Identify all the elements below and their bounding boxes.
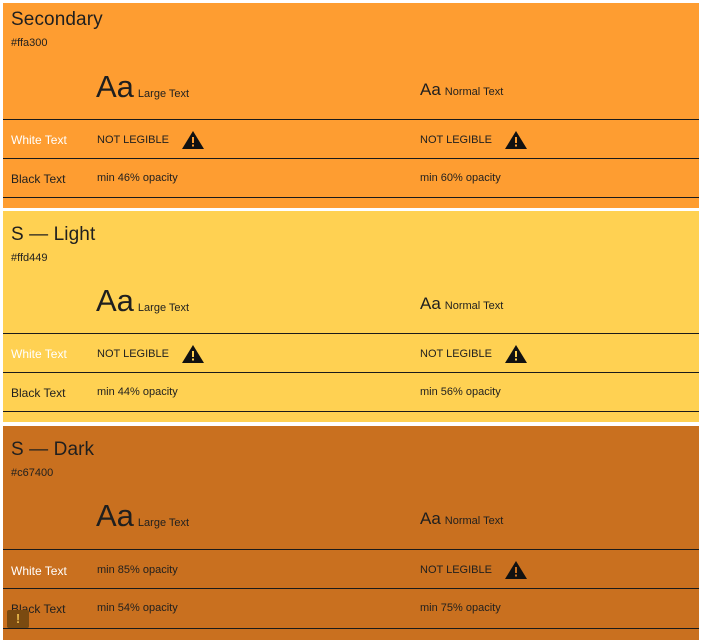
row-divider (3, 628, 699, 629)
result-text: NOT LEGIBLE (420, 348, 492, 360)
normal-text-sample: Aa Normal Text (420, 80, 503, 100)
large-aa: Aa (96, 498, 134, 533)
large-text-label: Large Text (137, 517, 190, 529)
white-large-result: min 85% opacity (97, 564, 178, 576)
row-divider (3, 588, 699, 589)
white-normal-result: NOT LEGIBLE (420, 558, 528, 582)
result-text: NOT LEGIBLE (97, 348, 169, 360)
white-text-label: White Text (11, 133, 67, 147)
large-text-sample: Aa Large Text (96, 69, 189, 105)
row-divider (3, 197, 699, 198)
white-large-result: NOT LEGIBLE (97, 342, 205, 366)
large-text-sample: Aa Large Text (96, 283, 189, 319)
row-divider (3, 119, 699, 120)
black-normal-result: min 75% opacity (420, 602, 501, 614)
black-large-result: min 44% opacity (97, 386, 178, 398)
white-normal-result: NOT LEGIBLE (420, 342, 528, 366)
large-text-label: Large Text (137, 302, 190, 314)
swatch-title: Secondary (11, 9, 103, 30)
error-badge-icon[interactable]: ! (7, 610, 29, 628)
row-divider (3, 333, 699, 334)
white-large-result: NOT LEGIBLE (97, 128, 205, 152)
swatch-title: S — Dark (11, 439, 95, 460)
warning-triangle-icon (504, 345, 527, 363)
normal-text-label: Normal Text (444, 300, 504, 312)
white-text-label: White Text (11, 347, 67, 361)
black-normal-result: min 56% opacity (420, 386, 501, 398)
swatch-secondary: Secondary #ffa300 Aa Large Text Aa Normal … (3, 3, 699, 208)
large-aa: Aa (96, 283, 134, 318)
large-text-label: Large Text (137, 88, 190, 100)
result-text: NOT LEGIBLE (420, 134, 492, 146)
black-text-label: Black Text (11, 386, 66, 400)
white-normal-result: NOT LEGIBLE (420, 128, 528, 152)
normal-text-sample: Aa Normal Text (420, 509, 503, 529)
row-divider (3, 158, 699, 159)
large-text-sample: Aa Large Text (96, 498, 189, 534)
result-text: NOT LEGIBLE (420, 564, 492, 576)
swatch-light: S — Light #ffd449 Aa Large Text Aa Normal … (3, 211, 699, 422)
warning-triangle-icon (181, 131, 204, 149)
result-text: NOT LEGIBLE (97, 134, 169, 146)
swatch-dark: S — Dark #c67400 Aa Large Text Aa Normal T… (3, 426, 699, 640)
warning-triangle-icon (504, 561, 527, 579)
normal-text-sample: Aa Normal Text (420, 294, 503, 314)
swatch-hex: #c67400 (11, 467, 54, 479)
normal-text-label: Normal Text (444, 515, 504, 527)
black-normal-result: min 60% opacity (420, 172, 501, 184)
row-divider (3, 411, 699, 412)
swatch-title: S — Light (11, 224, 96, 245)
row-divider (3, 549, 699, 550)
normal-text-label: Normal Text (444, 86, 504, 98)
normal-aa: Aa (420, 80, 441, 99)
normal-aa: Aa (420, 509, 441, 528)
swatch-hex: #ffa300 (11, 37, 48, 49)
white-text-label: White Text (11, 564, 67, 578)
warning-triangle-icon (181, 345, 204, 363)
normal-aa: Aa (420, 294, 441, 313)
black-large-result: min 46% opacity (97, 172, 178, 184)
row-divider (3, 372, 699, 373)
black-large-result: min 54% opacity (97, 602, 178, 614)
warning-triangle-icon (504, 131, 527, 149)
swatch-hex: #ffd449 (11, 252, 48, 264)
black-text-label: Black Text (11, 172, 66, 186)
large-aa: Aa (96, 69, 134, 104)
